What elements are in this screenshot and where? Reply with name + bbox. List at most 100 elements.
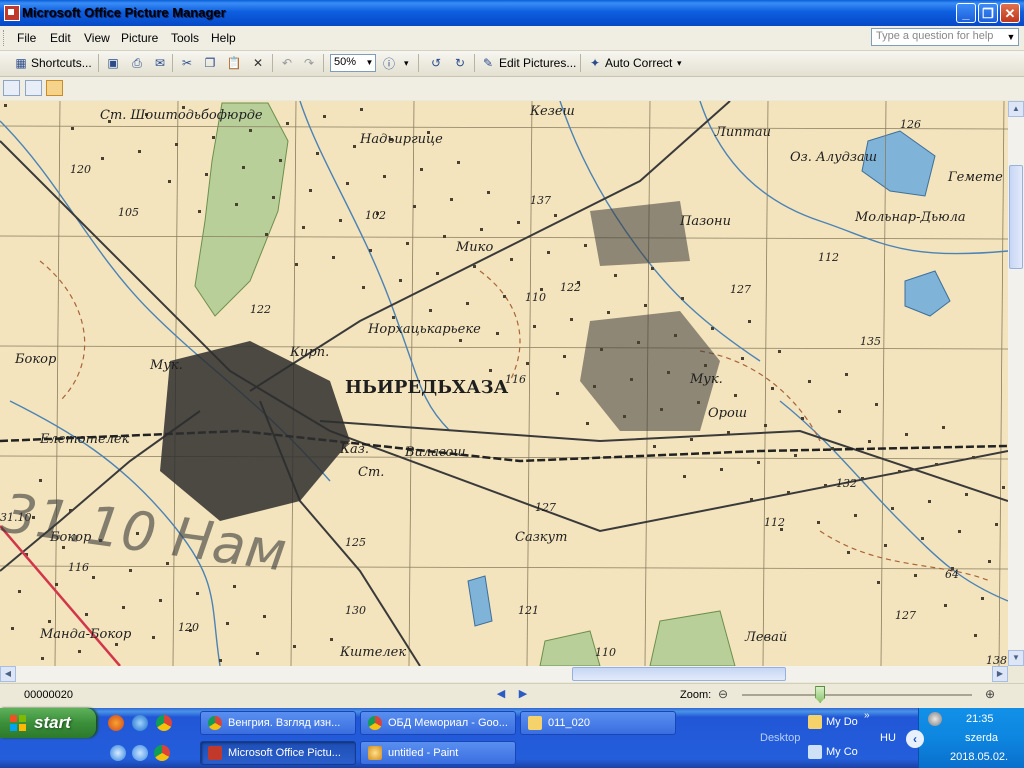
- map-dot: [212, 136, 215, 139]
- zoom-out-icon[interactable]: ⊖: [715, 686, 731, 702]
- browser-icon[interactable]: [132, 715, 148, 731]
- window-title: Microsoft Office Picture Manager: [22, 5, 226, 20]
- minimize-button[interactable]: _: [956, 3, 976, 23]
- firefox-icon[interactable]: [108, 715, 124, 731]
- scroll-right-button[interactable]: ▶: [992, 666, 1008, 682]
- internet-explorer-icon[interactable]: [110, 745, 126, 761]
- chrome-icon[interactable]: [154, 745, 170, 761]
- redo-icon[interactable]: ↷: [300, 55, 318, 71]
- start-label[interactable]: start: [34, 713, 71, 733]
- map-dot: [981, 597, 984, 600]
- map-label: Елетотелек: [39, 432, 130, 447]
- scroll-up-button[interactable]: ▲: [1008, 101, 1024, 117]
- auto-correct-button[interactable]: Auto Correct: [605, 56, 672, 70]
- picture-canvas[interactable]: Ст. Шоштодьбофюрде Кезеш Надьиргице Липтаи 1…: [0, 101, 1008, 666]
- clock-day[interactable]: szerda: [965, 732, 998, 744]
- map-dot: [845, 373, 848, 376]
- task-button-folder[interactable]: 011_020: [520, 711, 676, 735]
- toolbar-options-icon[interactable]: ▾: [404, 58, 409, 69]
- previous-picture-icon[interactable]: ◀: [494, 686, 508, 702]
- task-button-obd-memorial[interactable]: ОБД Мемориал - Goo...: [360, 711, 516, 735]
- map-dot: [330, 638, 333, 641]
- media-icon[interactable]: [132, 745, 148, 761]
- language-indicator[interactable]: HU: [880, 732, 896, 744]
- save-icon[interactable]: ▣: [104, 55, 122, 71]
- toolbar-separator: [172, 54, 173, 72]
- copy-icon[interactable]: ❐: [201, 55, 219, 71]
- map-dot: [487, 191, 490, 194]
- task-button-picture-manager[interactable]: Microsoft Office Pictu...: [200, 741, 356, 765]
- edit-pictures-button[interactable]: Edit Pictures...: [499, 56, 576, 70]
- print-icon[interactable]: ⎙: [128, 55, 146, 71]
- map-dot: [928, 500, 931, 503]
- restore-button[interactable]: ❐: [978, 3, 998, 23]
- help-dropdown-arrow[interactable]: ▼: [1004, 29, 1018, 45]
- desktop-toolbar-label[interactable]: Desktop: [760, 732, 800, 744]
- menu-edit[interactable]: Edit: [50, 31, 71, 45]
- speaker-icon[interactable]: [928, 712, 942, 726]
- undo-icon[interactable]: ↶: [278, 55, 296, 71]
- menu-picture[interactable]: Picture: [121, 31, 158, 45]
- clock-date[interactable]: 2018.05.02.: [950, 751, 1008, 763]
- toolbar-expand-icon[interactable]: »: [864, 710, 870, 721]
- delete-icon[interactable]: ✕: [249, 55, 267, 71]
- menu-help[interactable]: Help: [211, 31, 236, 45]
- map-label: 130: [345, 604, 366, 617]
- menu-grip[interactable]: [3, 30, 7, 46]
- rotate-right-icon[interactable]: ↻: [451, 55, 469, 71]
- my-documents-icon[interactable]: [808, 715, 822, 729]
- map-dot: [741, 357, 744, 360]
- map-dot: [489, 369, 492, 372]
- send-icon[interactable]: ✉: [151, 55, 169, 71]
- vertical-scroll-thumb[interactable]: [1009, 165, 1023, 269]
- map-label: 110: [595, 646, 616, 659]
- shortcuts-button[interactable]: Shortcuts...: [31, 56, 92, 70]
- my-computer-icon[interactable]: [808, 745, 822, 759]
- help-search-input[interactable]: Type a question for help: [871, 28, 1019, 46]
- edit-pictures-icon[interactable]: ✎: [479, 55, 497, 71]
- map-dot: [360, 108, 363, 111]
- menu-view[interactable]: View: [84, 31, 110, 45]
- map-dot: [771, 387, 774, 390]
- map-dot: [175, 143, 178, 146]
- map-dot: [808, 380, 811, 383]
- map-dot: [944, 604, 947, 607]
- map-dot: [690, 438, 693, 441]
- cut-icon[interactable]: ✂: [178, 55, 196, 71]
- map-dot: [801, 417, 804, 420]
- next-picture-icon[interactable]: ▶: [516, 686, 530, 702]
- map-dot: [554, 214, 557, 217]
- clock-time[interactable]: 21:35: [966, 713, 994, 725]
- scroll-down-button[interactable]: ▼: [1008, 650, 1024, 666]
- menu-file[interactable]: File: [17, 31, 36, 45]
- zoom-in-icon[interactable]: ⊕: [982, 686, 998, 702]
- menu-tools[interactable]: Tools: [171, 31, 199, 45]
- paste-icon[interactable]: 📋: [225, 55, 243, 71]
- task-button-paint[interactable]: untitled - Paint: [360, 741, 516, 765]
- horizontal-scroll-thumb[interactable]: [572, 667, 786, 681]
- horizontal-scrollbar[interactable]: [0, 666, 1008, 682]
- my-computer-link[interactable]: My Co: [826, 746, 858, 758]
- thumbnail-view-icon[interactable]: [3, 80, 20, 96]
- help-icon[interactable]: ⓘ: [380, 55, 398, 71]
- single-picture-view-icon[interactable]: [46, 80, 63, 96]
- map-dot: [436, 272, 439, 275]
- filmstrip-view-icon[interactable]: [25, 80, 42, 96]
- zoom-slider-track[interactable]: [742, 694, 972, 696]
- shortcuts-icon[interactable]: ▦: [12, 55, 30, 71]
- map-dot: [78, 650, 81, 653]
- chevron-down-icon[interactable]: ▼: [364, 55, 375, 71]
- chrome-icon[interactable]: [156, 715, 172, 731]
- rotate-left-icon[interactable]: ↺: [427, 55, 445, 71]
- map-label: НЬИРЕДЬХАЗА: [345, 377, 509, 398]
- my-documents-link[interactable]: My Do: [826, 716, 858, 728]
- picture-manager-app-icon[interactable]: [4, 5, 20, 21]
- tray-expand-icon[interactable]: ‹: [906, 730, 924, 748]
- toolbar-options-icon[interactable]: ▾: [677, 58, 682, 69]
- scroll-left-button[interactable]: ◀: [0, 666, 16, 682]
- close-button[interactable]: ✕: [1000, 3, 1020, 23]
- task-button-vengriya[interactable]: Венгрия. Взгляд изн...: [200, 711, 356, 735]
- map-dot: [443, 235, 446, 238]
- toolbar-separator: [98, 54, 99, 72]
- auto-correct-icon[interactable]: ✦: [586, 55, 604, 71]
